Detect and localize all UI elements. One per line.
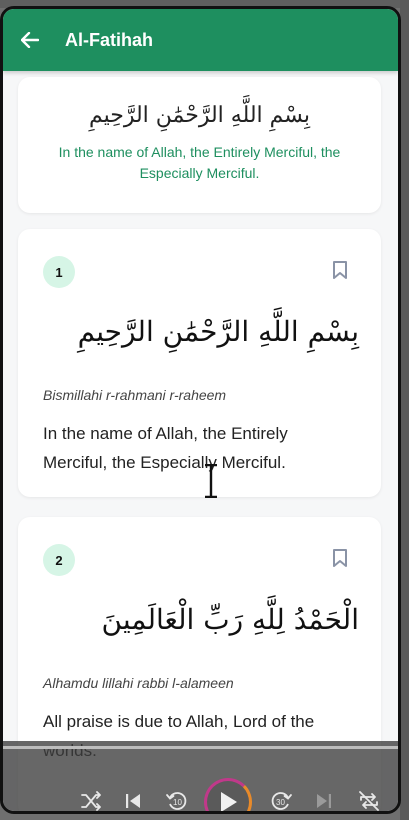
- verse-transliteration: Bismillahi r-rahmani r-raheem: [43, 387, 227, 403]
- shuffle-icon[interactable]: [79, 789, 103, 813]
- text-cursor-icon: [205, 464, 217, 498]
- play-button[interactable]: [204, 778, 252, 811]
- page-title: Al-Fatihah: [65, 29, 153, 50]
- playback-progress[interactable]: [3, 746, 398, 749]
- bismillah-translation: In the name of Allah, the Entirely Merci…: [58, 144, 341, 181]
- bookmark-icon[interactable]: [331, 260, 349, 280]
- replay-seconds-label: 10: [173, 798, 182, 807]
- phone-frame: Al-Fatihah بِسْمِ اللَّهِ الرَّحْمَٰنِ ا…: [0, 6, 401, 814]
- window-right-strip: [400, 0, 409, 820]
- arrow-left-icon: [21, 32, 39, 48]
- verse-arabic: بِسْمِ اللَّهِ الرَّحْمَٰنِ الرَّحِيمِ: [77, 315, 359, 348]
- back-button[interactable]: [21, 25, 51, 55]
- repeat-off-icon[interactable]: [357, 789, 381, 813]
- verse-number-badge: 2: [43, 544, 75, 576]
- verse-list[interactable]: بِسْمِ اللَّهِ الرَّحْمَٰنِ الرَّحِيمِ I…: [3, 71, 398, 811]
- player-controls: 10 30: [3, 789, 398, 813]
- verse-transliteration: Alhamdu lillahi rabbi l-alameen: [43, 675, 234, 691]
- app-bar: Al-Fatihah: [3, 9, 398, 71]
- skip-previous-icon[interactable]: [121, 789, 145, 813]
- verse-number-badge: 1: [43, 256, 75, 288]
- bookmark-icon[interactable]: [331, 548, 349, 568]
- replay-10-icon[interactable]: 10: [165, 789, 189, 813]
- bismillah-card: بِسْمِ اللَّهِ الرَّحْمَٰنِ الرَّحِيمِ I…: [18, 77, 381, 213]
- verse-translation: In the name of Allah, the Entirely Merci…: [43, 424, 288, 472]
- audio-player-bar: 10 30: [3, 741, 398, 813]
- bismillah-arabic: بِسْمِ اللَّهِ الرَّحْمَٰنِ الرَّحِيمِ: [88, 103, 311, 128]
- forward-seconds-label: 30: [276, 798, 285, 807]
- play-icon: [221, 792, 237, 811]
- forward-30-icon[interactable]: 30: [269, 789, 293, 813]
- verse-arabic: الْحَمْدُ لِلَّهِ رَبِّ الْعَالَمِينَ: [101, 603, 360, 636]
- verse-card: 1 بِسْمِ اللَّهِ الرَّحْمَٰنِ الرَّحِيمِ…: [18, 229, 381, 497]
- skip-next-icon[interactable]: [312, 789, 336, 813]
